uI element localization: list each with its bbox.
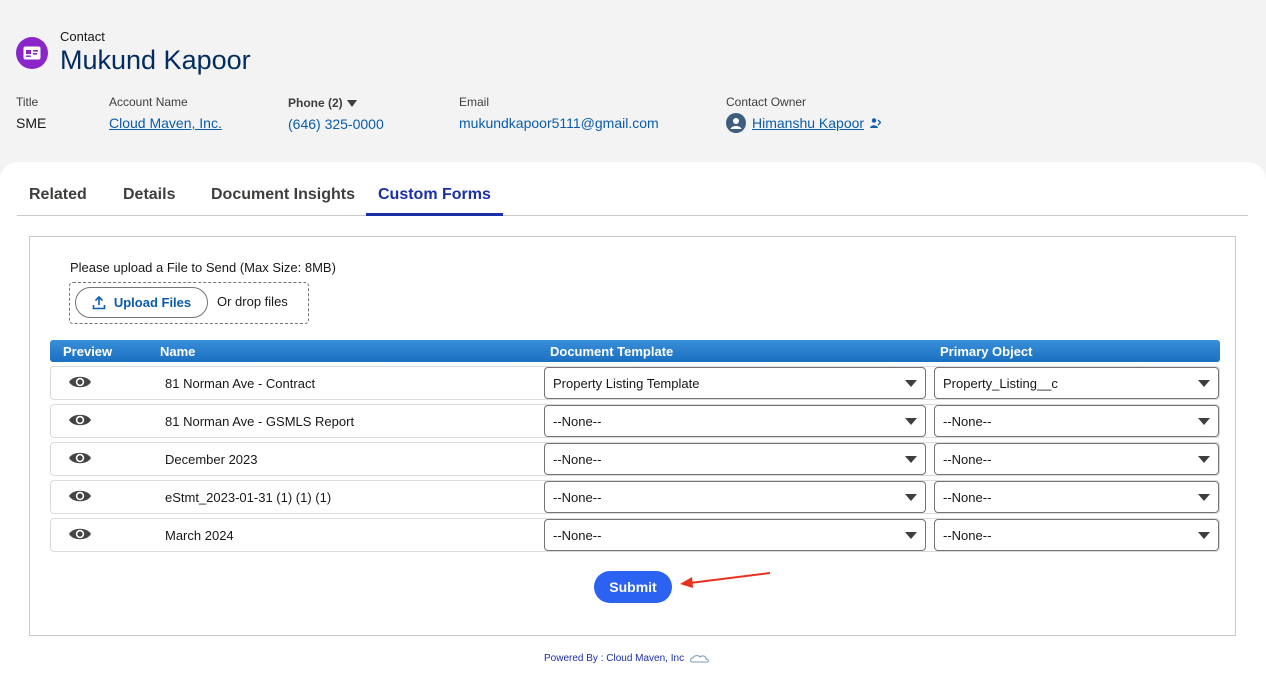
avatar	[726, 113, 746, 133]
email-label: Email	[459, 95, 490, 109]
title-label: Title	[16, 95, 39, 109]
document-template-select[interactable]: --None--	[544, 405, 926, 437]
title-value: SME	[16, 115, 47, 131]
selected-value: --None--	[553, 414, 602, 429]
document-template-select[interactable]: --None--	[544, 481, 926, 513]
record-name: Mukund Kapoor	[60, 45, 251, 75]
tab-related[interactable]: Related	[29, 186, 87, 216]
table-row: December 2023 --None-- --None--	[50, 442, 1220, 476]
phone-label: Phone (2)	[288, 96, 343, 110]
document-template-select[interactable]: Property Listing Template	[544, 367, 926, 399]
file-name: December 2023	[165, 452, 258, 467]
chevron-down-icon	[1198, 418, 1210, 425]
file-name: 81 Norman Ave - GSMLS Report	[165, 414, 355, 429]
phone-dropdown[interactable]: Phone (2)	[288, 96, 384, 110]
chevron-down-icon	[1198, 494, 1210, 501]
upload-files-label: Upload Files	[113, 295, 192, 310]
drop-files-text: Or drop files	[217, 294, 288, 309]
selected-value: --None--	[943, 528, 992, 543]
red-arrow-annotation	[680, 572, 771, 588]
selected-value: Property Listing Template	[553, 376, 700, 391]
eye-icon[interactable]	[68, 374, 92, 395]
record-type-label: Contact	[60, 29, 105, 44]
eye-icon[interactable]	[68, 412, 92, 433]
selected-value: --None--	[553, 490, 602, 505]
account-field: Account Name Cloud Maven, Inc.	[109, 95, 222, 131]
column-document-template: Document Template	[550, 344, 674, 359]
selected-value: --None--	[943, 414, 992, 429]
account-link[interactable]: Cloud Maven, Inc.	[109, 115, 222, 131]
custom-forms-panel: Please upload a File to Send (Max Size: …	[29, 236, 1236, 636]
chevron-down-icon	[905, 456, 917, 463]
contact-card-icon	[16, 37, 48, 69]
upload-instructions: Please upload a File to Send (Max Size: …	[70, 260, 336, 275]
footer: Powered By : Cloud Maven, Inc	[544, 653, 710, 664]
file-name: March 2024	[165, 528, 234, 543]
table-row: 81 Norman Ave - GSMLS Report --None-- --…	[50, 404, 1220, 438]
account-label: Account Name	[109, 95, 188, 109]
tab-custom-forms[interactable]: Custom Forms	[366, 186, 503, 216]
column-preview: Preview	[63, 344, 113, 359]
tab-bar: Related Details Document Insights Custom…	[17, 184, 1248, 216]
chevron-down-icon	[1198, 456, 1210, 463]
owner-value: Himanshu Kapoor	[726, 113, 882, 133]
table-header: Preview Name Document Template Primary O…	[50, 340, 1220, 362]
chevron-down-icon	[905, 532, 917, 539]
owner-field: Contact Owner Himanshu Kapoor	[726, 95, 882, 133]
cloud-logo-icon	[690, 654, 709, 662]
primary-object-select[interactable]: --None--	[934, 405, 1219, 437]
phone-link[interactable]: (646) 325-0000	[288, 116, 384, 132]
primary-object-select[interactable]: --None--	[934, 519, 1219, 551]
file-name: 81 Norman Ave - Contract	[165, 376, 316, 391]
table-row: March 2024 --None-- --None--	[50, 518, 1220, 552]
column-primary-object: Primary Object	[940, 344, 1033, 359]
primary-object-select[interactable]: Property_Listing__c	[934, 367, 1219, 399]
submit-button[interactable]: Submit	[594, 571, 672, 603]
chevron-down-icon	[905, 418, 917, 425]
selected-value: Property_Listing__c	[943, 376, 1058, 391]
chevron-down-icon	[346, 99, 357, 107]
record-header: Contact Mukund Kapoor Title SME Account …	[0, 0, 1266, 170]
table-row: 81 Norman Ave - Contract Property Listin…	[50, 366, 1220, 400]
eye-icon[interactable]	[68, 526, 92, 547]
owner-label: Contact Owner	[726, 95, 807, 109]
eye-icon[interactable]	[68, 450, 92, 471]
file-dropzone[interactable]: Upload Files Or drop files	[69, 282, 309, 324]
title-field: Title SME	[16, 95, 46, 131]
chevron-down-icon	[905, 380, 917, 387]
file-name: eStmt_2023-01-31 (1) (1) (1)	[165, 490, 332, 505]
selected-value: --None--	[553, 452, 602, 467]
eye-icon[interactable]	[68, 488, 92, 509]
chevron-down-icon	[1198, 380, 1210, 387]
email-field: Email mukundkapoor5111@gmail.com	[459, 95, 659, 131]
chevron-down-icon	[1198, 532, 1210, 539]
column-name: Name	[160, 344, 196, 359]
tab-document-insights[interactable]: Document Insights	[211, 186, 355, 216]
change-owner-icon[interactable]	[869, 117, 882, 129]
selected-value: --None--	[943, 452, 992, 467]
document-template-select[interactable]: --None--	[544, 443, 926, 475]
owner-link[interactable]: Himanshu Kapoor	[752, 115, 864, 131]
upload-icon	[92, 295, 106, 309]
email-link[interactable]: mukundkapoor5111@gmail.com	[459, 115, 659, 131]
selected-value: --None--	[943, 490, 992, 505]
main-card: Related Details Document Insights Custom…	[0, 162, 1266, 681]
document-template-select[interactable]: --None--	[544, 519, 926, 551]
primary-object-select[interactable]: --None--	[934, 443, 1219, 475]
upload-files-button[interactable]: Upload Files	[75, 287, 208, 318]
tab-details[interactable]: Details	[123, 186, 175, 216]
selected-value: --None--	[553, 528, 602, 543]
phone-field: Phone (2) (646) 325-0000	[288, 96, 384, 132]
powered-by-text: Powered By : Cloud Maven, Inc	[544, 653, 685, 664]
table-row: eStmt_2023-01-31 (1) (1) (1) --None-- --…	[50, 480, 1220, 514]
primary-object-select[interactable]: --None--	[934, 481, 1219, 513]
chevron-down-icon	[905, 494, 917, 501]
